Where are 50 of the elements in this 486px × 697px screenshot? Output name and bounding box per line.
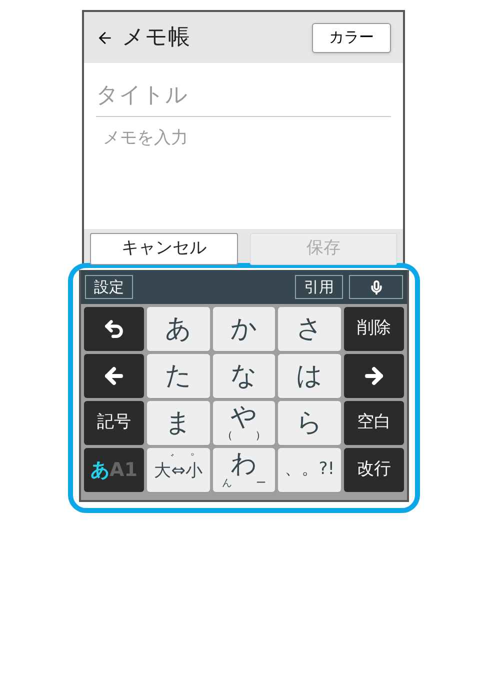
key-label: ら (296, 410, 324, 436)
kana-key[interactable]: ゛ ゜ 大⇔小 (147, 448, 210, 492)
mode-label: A1 (110, 458, 138, 483)
key-hint: ) (256, 432, 260, 442)
mode-label: あ (90, 458, 110, 483)
settings-button[interactable]: 設定 (85, 275, 133, 299)
title-field[interactable]: タイトル (96, 75, 391, 117)
kana-key[interactable]: か (212, 307, 276, 351)
kana-key[interactable]: あ (147, 307, 210, 351)
key-label: 大⇔小 (154, 461, 202, 483)
key-label: は (296, 363, 324, 389)
function-key[interactable]: 削除 (344, 307, 404, 351)
key-label: な (230, 363, 258, 389)
voice-input-button[interactable] (349, 275, 403, 299)
header-title: メモ帳 (122, 24, 190, 52)
kana-key[interactable]: ま (147, 401, 210, 445)
kana-key[interactable]: た (147, 354, 210, 398)
kana-key[interactable]: 、。?! (278, 448, 341, 492)
key-label: ま (164, 410, 192, 436)
cursor-right-key[interactable] (344, 354, 404, 398)
undo-key[interactable] (84, 307, 144, 351)
key-label: た (164, 363, 192, 389)
key-label: あ (164, 316, 192, 342)
kana-key[interactable]: ら (278, 401, 341, 445)
kana-key[interactable]: や ( ) (212, 401, 276, 445)
input-mode-key[interactable]: あA1 (84, 448, 144, 492)
function-key[interactable]: 改行 (344, 448, 404, 492)
key-label: 、。?! (284, 459, 335, 481)
cursor-left-key[interactable] (84, 354, 144, 398)
color-button[interactable]: カラー (312, 22, 391, 52)
arrow-right-icon (362, 364, 386, 388)
function-key[interactable]: 空白 (344, 401, 404, 445)
key-label: や (230, 404, 258, 430)
undo-arrow-icon (103, 318, 125, 340)
key-hint: ー (256, 479, 266, 489)
kana-key[interactable]: わ ん ー (212, 448, 276, 492)
key-hint: ( (228, 432, 232, 442)
key-label: さ (296, 316, 324, 342)
kana-key[interactable]: な (212, 354, 276, 398)
action-button[interactable]: キャンセル (90, 233, 238, 265)
quote-button[interactable]: 引用 (295, 275, 343, 299)
key-label: か (230, 316, 258, 342)
function-key[interactable]: 記号 (84, 401, 144, 445)
key-hint: ん (222, 479, 232, 489)
key-hint: ゜ (182, 453, 194, 462)
microphone-icon (368, 280, 384, 294)
kana-key[interactable]: さ (278, 307, 341, 351)
key-hint: ゛ (162, 453, 174, 462)
key-label: わ (230, 451, 258, 477)
kana-key[interactable]: は (278, 354, 341, 398)
